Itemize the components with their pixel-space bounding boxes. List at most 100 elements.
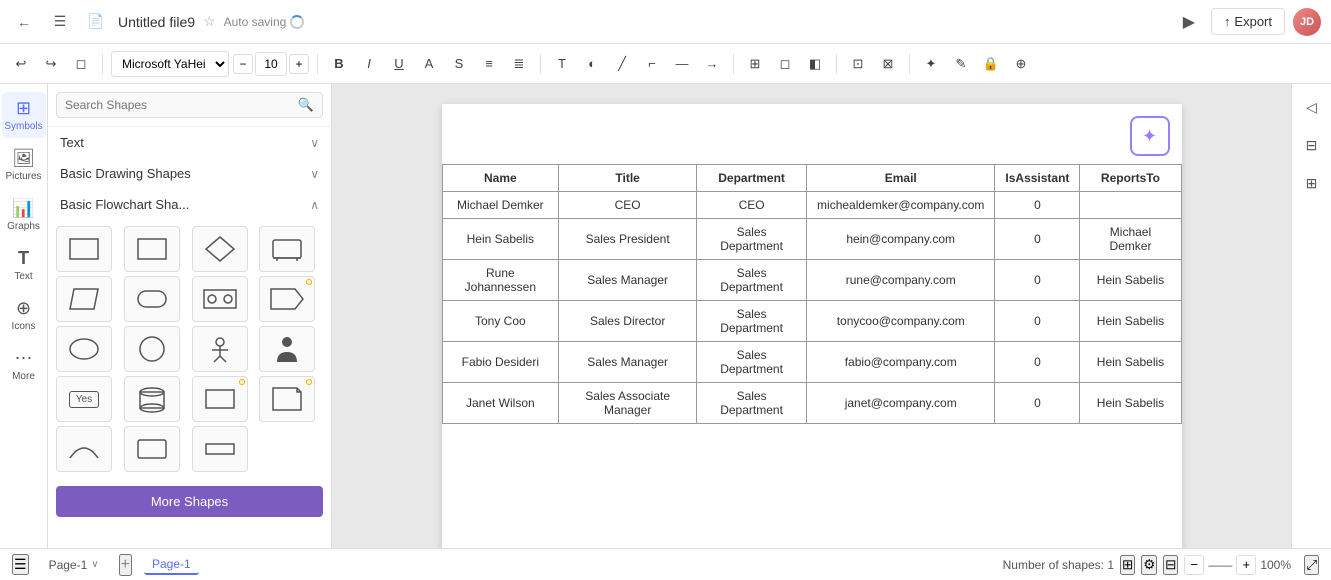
align-button[interactable]: ≡: [476, 51, 502, 77]
sidebar-item-pictures[interactable]: 🖼 Pictures: [2, 142, 46, 188]
shape-banner[interactable]: [259, 226, 315, 272]
shape-bracket[interactable]: [192, 376, 248, 422]
layers-button[interactable]: ⊞: [1120, 555, 1135, 575]
toolbar-divider6: [909, 54, 910, 74]
font-color-button[interactable]: A: [416, 51, 442, 77]
cell-title: Sales President: [559, 219, 697, 260]
select-button[interactable]: ◻: [68, 51, 94, 77]
sidebar-item-symbols[interactable]: ⊞ Symbols: [2, 92, 46, 138]
right-panel-btn1[interactable]: ◁: [1297, 92, 1327, 122]
line-style-button[interactable]: —: [669, 51, 695, 77]
sidebar-item-graphs[interactable]: 📊 Graphs: [2, 192, 46, 238]
italic-button[interactable]: I: [356, 51, 382, 77]
font-family-select[interactable]: Microsoft YaHei: [111, 51, 229, 77]
arrow-button[interactable]: →: [699, 51, 725, 77]
more-shapes-button[interactable]: More Shapes: [56, 486, 323, 517]
cell-name: Michael Demker: [442, 192, 559, 219]
shadow2-button[interactable]: ◧: [802, 51, 828, 77]
play-button[interactable]: ▶: [1175, 8, 1203, 36]
zoom-in-button[interactable]: +: [1236, 555, 1256, 575]
zoom-level: 100%: [1260, 558, 1298, 572]
fullscreen-button[interactable]: ⤢: [1304, 555, 1319, 575]
shape-ellipse[interactable]: [56, 326, 112, 372]
line-color-button[interactable]: ╱: [609, 51, 635, 77]
zoom-slider[interactable]: ——: [1208, 558, 1232, 572]
ai-button[interactable]: ✦: [1130, 116, 1170, 156]
shape-person[interactable]: [192, 326, 248, 372]
underline-button[interactable]: U: [386, 51, 412, 77]
strikethrough-button[interactable]: S: [446, 51, 472, 77]
section-text[interactable]: Text ∨: [48, 127, 331, 158]
shape-misc1[interactable]: [192, 426, 248, 472]
col-header-title: Title: [559, 165, 697, 192]
font-size-decrease[interactable]: −: [233, 54, 253, 74]
canvas-area[interactable]: ✦ Name Title Department Email IsAssistan…: [332, 84, 1291, 548]
edit-button[interactable]: ✎: [948, 51, 974, 77]
shape-circle[interactable]: [124, 326, 180, 372]
ungroup-button[interactable]: ⊠: [875, 51, 901, 77]
toolbar-divider3: [540, 54, 541, 74]
lock-button[interactable]: 🔒: [978, 51, 1004, 77]
shape-arrow[interactable]: [259, 276, 315, 322]
insert-button[interactable]: ⊕: [1008, 51, 1034, 77]
right-panel-btn2[interactable]: ⊟: [1297, 130, 1327, 160]
cell-email: michealdemker@company.com: [807, 192, 995, 219]
shape-rounded-rect[interactable]: [124, 276, 180, 322]
undo-button[interactable]: ↩: [8, 51, 34, 77]
cell-email: tonycoo@company.com: [807, 301, 995, 342]
canvas-white[interactable]: ✦ Name Title Department Email IsAssistan…: [442, 104, 1182, 548]
shadow-button[interactable]: ◻: [772, 51, 798, 77]
bold-button[interactable]: B: [326, 51, 352, 77]
avatar[interactable]: JD: [1293, 8, 1321, 36]
page-tab-1[interactable]: Page-1 ∨: [41, 556, 107, 574]
fill-button[interactable]: ◐: [579, 51, 605, 77]
bottom-hamburger[interactable]: ☰: [12, 554, 29, 575]
toolbar-divider5: [836, 54, 837, 74]
cell-department: Sales Department: [697, 383, 807, 424]
shape-cylinder[interactable]: [124, 376, 180, 422]
add-page-button[interactable]: +: [119, 554, 132, 576]
search-input[interactable]: [65, 98, 292, 112]
redo-button[interactable]: ↪: [38, 51, 64, 77]
shape-rectangle[interactable]: [56, 226, 112, 272]
font-size-increase[interactable]: +: [289, 54, 309, 74]
active-page-tab[interactable]: Page-1: [144, 555, 199, 575]
font-size-input[interactable]: [255, 52, 287, 76]
ai-icon: ✦: [1142, 126, 1157, 147]
zoom-out-button[interactable]: −: [1184, 555, 1204, 575]
symbols-icon: ⊞: [16, 98, 31, 119]
star-icon[interactable]: ☆: [203, 13, 216, 30]
shape-arc[interactable]: [56, 426, 112, 472]
shape-diamond[interactable]: [192, 226, 248, 272]
search-icon[interactable]: 🔍: [298, 97, 314, 113]
shape-yes-label[interactable]: Yes: [56, 376, 112, 422]
sidebar-item-icons[interactable]: ⊕ Icons: [2, 292, 46, 338]
columns-button[interactable]: ⊟: [1163, 555, 1178, 575]
shape-tape[interactable]: [192, 276, 248, 322]
text-button[interactable]: T: [549, 51, 575, 77]
sidebar-item-more[interactable]: ⋯ More: [2, 342, 46, 388]
shape-parallelogram[interactable]: [56, 276, 112, 322]
border-button[interactable]: ⊞: [742, 51, 768, 77]
section-basic-drawing[interactable]: Basic Drawing Shapes ∨: [48, 158, 331, 189]
section-basic-drawing-chevron: ∨: [310, 167, 319, 181]
sidebar-item-text[interactable]: T Text: [2, 242, 46, 288]
cell-title: Sales Manager: [559, 260, 697, 301]
group-button[interactable]: ⊡: [845, 51, 871, 77]
shape-note[interactable]: [259, 376, 315, 422]
file-icon[interactable]: 📄: [82, 8, 110, 36]
file-title: Untitled file9: [118, 14, 195, 30]
back-button[interactable]: ←: [10, 8, 38, 36]
shape-rect-outline[interactable]: [124, 426, 180, 472]
right-panel-btn3[interactable]: ⊞: [1297, 168, 1327, 198]
section-flowchart[interactable]: Basic Flowchart Sha... ∧: [48, 189, 331, 220]
shape-actor[interactable]: [259, 326, 315, 372]
connector-button[interactable]: ⌐: [639, 51, 665, 77]
star-toolbar-button[interactable]: ✦: [918, 51, 944, 77]
settings-button[interactable]: ⚙: [1141, 555, 1157, 575]
align2-button[interactable]: ≣: [506, 51, 532, 77]
menu-button[interactable]: ☰: [46, 8, 74, 36]
table-row: Janet WilsonSales Associate ManagerSales…: [442, 383, 1181, 424]
shape-rectangle2[interactable]: [124, 226, 180, 272]
export-button[interactable]: ↑ Export: [1211, 8, 1285, 35]
